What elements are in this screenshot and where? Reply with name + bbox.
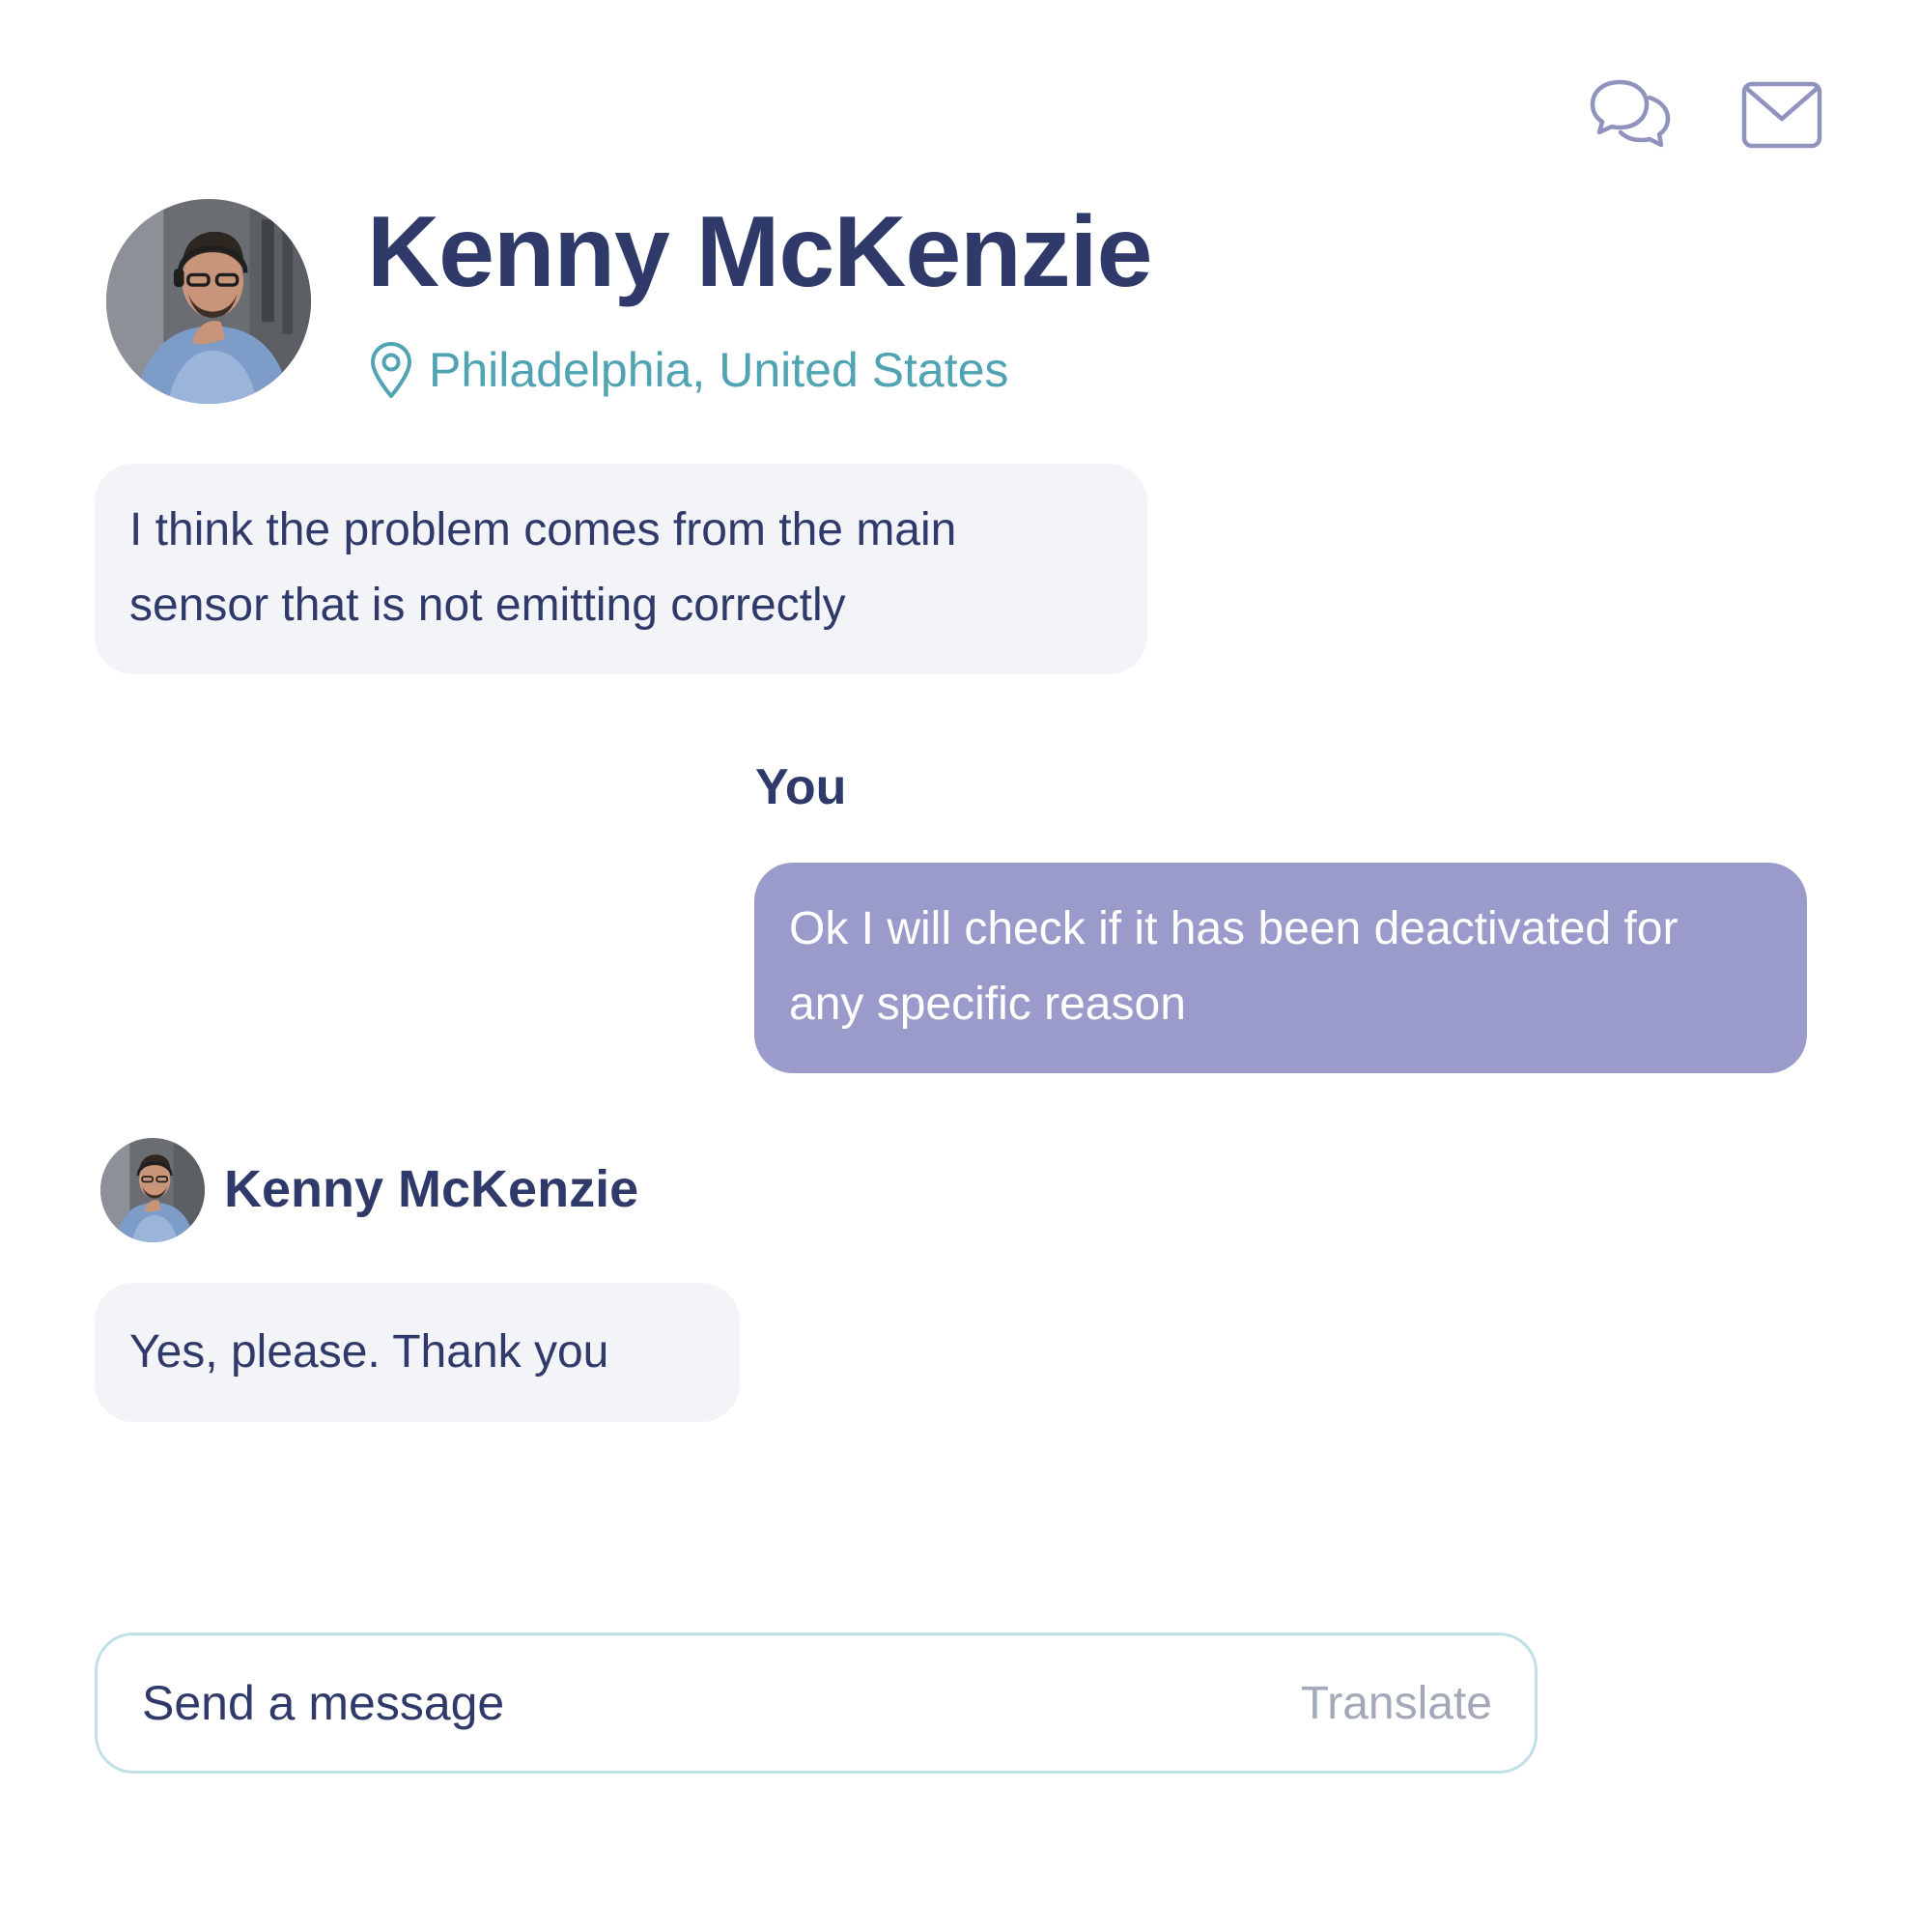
map-pin-icon [371,342,411,398]
sender-label-you: You [755,759,847,815]
sender-avatar [100,1138,205,1242]
incoming-message: I think the problem comes from the main … [95,464,1147,674]
chat-bubbles-icon [1590,79,1671,148]
contact-avatar [106,199,311,404]
sender-label-kenny: Kenny McKenzie [224,1160,639,1218]
contact-location: Philadelphia, United States [367,338,1008,402]
chat-icon-button[interactable] [1584,71,1677,158]
mail-icon-button[interactable] [1736,71,1828,158]
message-line: I think the problem comes from the main [129,504,957,555]
incoming-message: Yes, please. Thank you [95,1283,740,1422]
location-text: Philadelphia, United States [429,343,1009,397]
message-line: Yes, please. Thank you [129,1326,609,1378]
outgoing-message: Ok I will check if it has been deactivat… [754,863,1807,1073]
message-line: sensor that is not emitting correctly [129,580,846,631]
contact-name: Kenny McKenzie [367,196,1152,308]
mail-icon [1741,81,1822,149]
message-composer: Translate [95,1633,1538,1774]
translate-button[interactable]: Translate [1301,1677,1492,1730]
message-line: Ok I will check if it has been deactivat… [789,903,1679,954]
avatar-photo [100,1138,205,1242]
message-input[interactable] [142,1675,1108,1731]
message-line: any specific reason [789,979,1186,1030]
avatar-photo [106,199,311,404]
